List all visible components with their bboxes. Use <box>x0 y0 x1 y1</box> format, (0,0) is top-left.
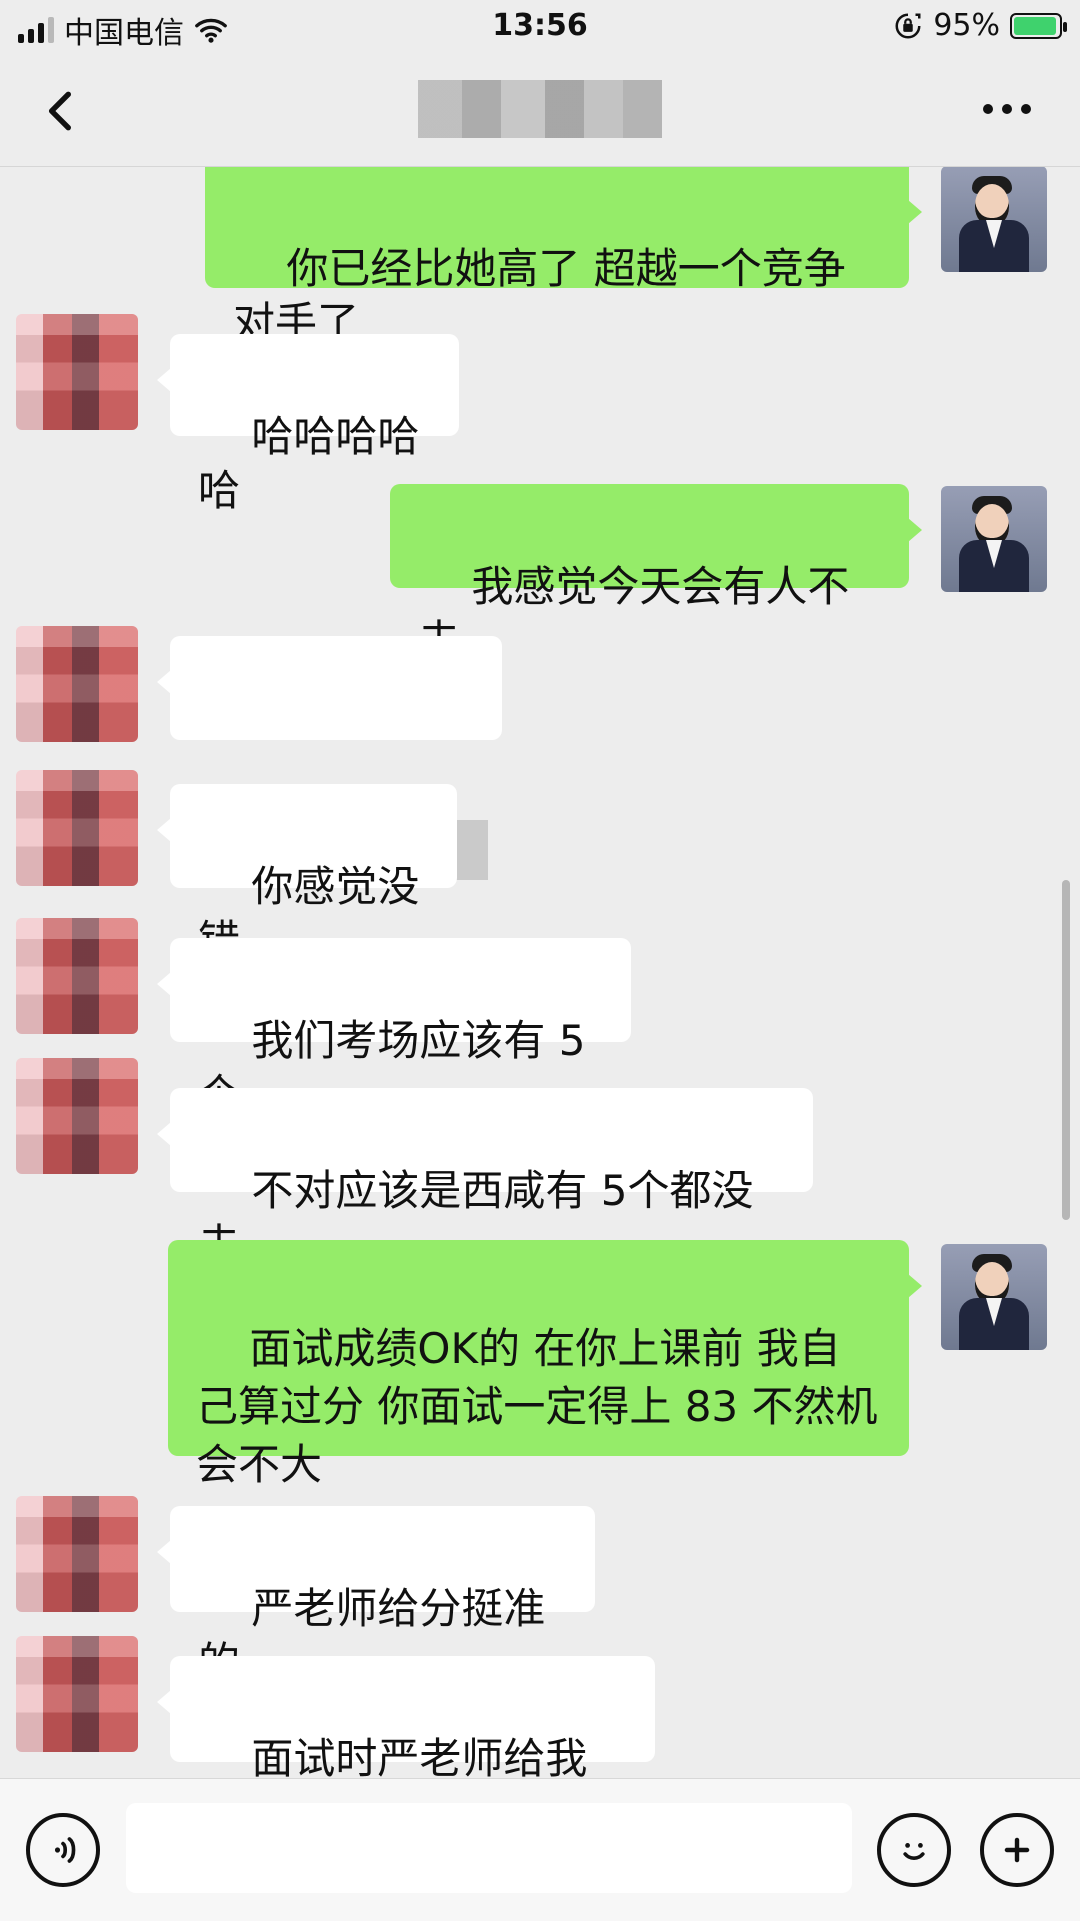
contact-avatar[interactable] <box>16 314 138 430</box>
voice-icon <box>54 1837 76 1863</box>
message-bubble-self[interactable]: 我感觉今天会有人不去 <box>390 484 922 665</box>
self-avatar[interactable] <box>941 1244 1047 1350</box>
message-input[interactable] <box>126 1803 852 1893</box>
contact-avatar[interactable] <box>16 626 138 742</box>
message-text: 面试成绩OK的 在你上课前 我自己算过分 你面试一定得上 83 不然机会不大 <box>196 1324 878 1489</box>
emoji-button[interactable] <box>877 1813 951 1887</box>
battery-icon <box>1010 12 1067 39</box>
message-text: 你已经比她高了 超越一个竞争对手了 <box>233 244 846 347</box>
more-icon[interactable] <box>980 94 1034 124</box>
message-bubble-contact[interactable]: 你感觉没错 <box>157 784 457 965</box>
message-bubble-contact[interactable]: 我们考场应该有 5个 <box>157 938 631 1119</box>
message-bubble-contact[interactable]: 哈哈哈哈哈 <box>157 334 459 515</box>
chat-scrollbar[interactable] <box>1062 880 1070 1220</box>
message-bubble-self[interactable]: 你已经比她高了 超越一个竞争对手了 <box>205 166 922 347</box>
contact-avatar[interactable] <box>16 1058 138 1174</box>
message-bubble-contact[interactable]: 面试时严老师给我 84 <box>157 1656 655 1778</box>
plus-icon <box>1004 1837 1030 1863</box>
message-bubble-contact[interactable]: 不对应该是西咸有 5个都没去 <box>157 1088 813 1269</box>
contact-avatar[interactable] <box>16 1636 138 1752</box>
chat-header <box>0 56 1080 167</box>
emoji-icon <box>903 1843 925 1860</box>
plus-button[interactable] <box>980 1813 1054 1887</box>
status-bar: 中国电信 13:56 95% <box>0 0 1080 56</box>
message-text: 哈哈哈哈哈 <box>198 412 420 515</box>
self-avatar[interactable] <box>941 486 1047 592</box>
contact-avatar[interactable] <box>16 1496 138 1612</box>
message-bubble-contact[interactable]: 严老师给分挺准的 <box>157 1506 595 1687</box>
voice-button[interactable] <box>26 1813 100 1887</box>
contact-name <box>418 80 662 138</box>
orientation-lock-icon <box>895 13 921 38</box>
contact-avatar[interactable] <box>16 770 138 886</box>
self-avatar[interactable] <box>941 166 1047 272</box>
contact-avatar[interactable] <box>16 918 138 1034</box>
chevron-left-icon[interactable] <box>36 86 86 136</box>
status-right: 95% <box>893 8 1067 43</box>
message-text: 面试时严老师给我 84 <box>251 1734 588 1778</box>
battery-percent: 95% <box>933 8 1000 43</box>
message-bubble-contact[interactable] <box>157 636 502 880</box>
chat-message-list: 你已经比她高了 超越一个竞争对手了 哈哈哈哈哈 我感觉今天会有人不去 你感觉没错… <box>0 166 1080 1778</box>
message-input-bar <box>0 1778 1080 1921</box>
message-bubble-self[interactable]: 面试成绩OK的 在你上课前 我自己算过分 你面试一定得上 83 不然机会不大 <box>168 1240 922 1489</box>
